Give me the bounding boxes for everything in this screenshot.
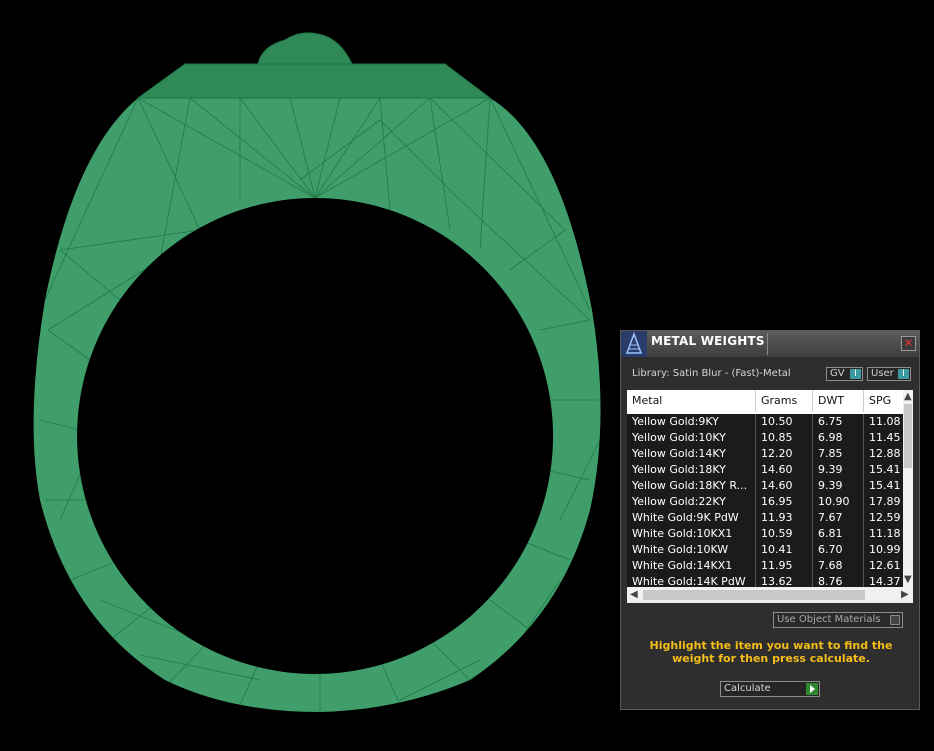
cell-spg: 12.61: [869, 559, 901, 572]
cell-metal: White Gold:9K PdW: [627, 510, 756, 526]
column-header-grams[interactable]: Grams: [756, 390, 813, 412]
cell-grams: 14.60: [756, 462, 813, 478]
cell-spg: 17.89: [869, 495, 901, 508]
cell-metal: Yellow Gold:14KY: [627, 446, 756, 462]
calculate-button[interactable]: Calculate: [720, 681, 820, 697]
cell-metal: White Gold:10KX1: [627, 526, 756, 542]
cell-grams: 10.41: [756, 542, 813, 558]
cell-spg: 11.45: [869, 431, 901, 444]
cell-grams: 11.95: [756, 558, 813, 574]
cell-dwt: 6.98: [813, 430, 864, 446]
tower-logo-icon: [621, 331, 647, 357]
cell-spg: 10.99: [869, 543, 901, 556]
scroll-right-icon[interactable]: ▶: [901, 590, 909, 600]
table-row[interactable]: White Gold:9K PdW 11.93 7.67 12.59: [627, 510, 903, 526]
cell-dwt: 7.85: [813, 446, 864, 462]
cell-spg: 11.08: [869, 415, 901, 428]
cell-grams: 10.59: [756, 526, 813, 542]
instruction-text: Highlight the item you want to find the …: [649, 639, 893, 665]
cell-grams: 14.60: [756, 478, 813, 494]
horizontal-scrollbar[interactable]: ◀ ▶: [627, 587, 913, 603]
horizontal-scroll-thumb[interactable]: [643, 590, 865, 600]
cell-dwt: 7.67: [813, 510, 864, 526]
scroll-down-icon[interactable]: ▼: [904, 575, 912, 585]
cell-dwt: 9.39: [813, 462, 864, 478]
cell-dwt: 10.90: [813, 494, 864, 510]
cell-metal: Yellow Gold:10KY: [627, 430, 756, 446]
cell-dwt: 6.70: [813, 542, 864, 558]
user-toggle-label: User: [871, 368, 894, 379]
cell-spg: 12.59: [869, 511, 901, 524]
scroll-left-icon[interactable]: ◀: [630, 590, 638, 600]
cell-metal: White Gold:14KX1: [627, 558, 756, 574]
checkbox-icon: [890, 615, 900, 625]
scroll-up-icon[interactable]: ▲: [904, 392, 912, 402]
table-row[interactable]: Yellow Gold:14KY 12.20 7.85 12.88: [627, 446, 903, 462]
cell-metal: Yellow Gold:18KY: [627, 462, 756, 478]
ring-crest: [257, 32, 353, 65]
metal-weights-panel: METAL WEIGHTS ✕ Library: Satin Blur - (F…: [620, 330, 920, 710]
table-row[interactable]: Yellow Gold:18KY R... 14.60 9.39 15.41: [627, 478, 903, 494]
cell-dwt: 7.68: [813, 558, 864, 574]
cell-grams: 11.93: [756, 510, 813, 526]
gv-toggle[interactable]: GV I: [826, 367, 863, 381]
title-separator: [767, 333, 768, 355]
cell-metal: White Gold:10KW: [627, 542, 756, 558]
cell-metal: Yellow Gold:18KY R...: [627, 478, 756, 494]
use-object-materials-checkbox[interactable]: Use Object Materials: [773, 612, 903, 628]
cell-dwt: 6.81: [813, 526, 864, 542]
table-row[interactable]: Yellow Gold:22KY 16.95 10.90 17.89: [627, 494, 903, 510]
use-object-materials-label: Use Object Materials: [777, 614, 881, 625]
ring-model[interactable]: [33, 32, 601, 712]
library-label: Library: Satin Blur - (Fast)-Metal: [632, 368, 791, 379]
cell-spg: 15.41: [869, 463, 901, 476]
user-toggle[interactable]: User I: [867, 367, 911, 381]
vertical-scrollbar[interactable]: ▲ ▼: [903, 390, 913, 587]
cell-grams: 10.85: [756, 430, 813, 446]
metal-table[interactable]: Metal Grams DWT SPG Yellow Gold:9KY 10.50…: [627, 390, 913, 603]
calculate-label: Calculate: [724, 683, 771, 694]
cell-spg: 11.18: [869, 527, 901, 540]
cell-dwt: 9.39: [813, 478, 864, 494]
cell-dwt: 6.75: [813, 414, 864, 430]
cell-metal: Yellow Gold:22KY: [627, 494, 756, 510]
table-header: Metal Grams DWT SPG: [627, 390, 903, 412]
close-icon: ✕: [903, 336, 914, 350]
column-header-spg[interactable]: SPG: [864, 390, 903, 412]
cell-spg: 15.41: [869, 479, 901, 492]
user-toggle-knob: I: [898, 369, 909, 379]
table-row[interactable]: White Gold:10KW 10.41 6.70 10.99: [627, 542, 903, 558]
table-row[interactable]: Yellow Gold:10KY 10.85 6.98 11.45: [627, 430, 903, 446]
panel-title: METAL WEIGHTS: [651, 334, 765, 348]
panel-titlebar[interactable]: METAL WEIGHTS ✕: [621, 331, 919, 357]
table-row[interactable]: Yellow Gold:9KY 10.50 6.75 11.08: [627, 414, 903, 430]
gv-toggle-knob: I: [850, 369, 861, 379]
gv-toggle-label: GV: [830, 368, 845, 379]
column-header-metal[interactable]: Metal: [627, 390, 756, 412]
column-header-dwt[interactable]: DWT: [813, 390, 864, 412]
cell-grams: 16.95: [756, 494, 813, 510]
cell-grams: 10.50: [756, 414, 813, 430]
table-row[interactable]: Yellow Gold:18KY 14.60 9.39 15.41: [627, 462, 903, 478]
vertical-scroll-thumb[interactable]: [904, 404, 912, 468]
cell-metal: Yellow Gold:9KY: [627, 414, 756, 430]
table-row[interactable]: White Gold:10KX1 10.59 6.81 11.18: [627, 526, 903, 542]
play-arrow-icon: [806, 683, 818, 695]
cell-grams: 12.20: [756, 446, 813, 462]
table-row[interactable]: White Gold:14KX1 11.95 7.68 12.61: [627, 558, 903, 574]
cell-spg: 12.88: [869, 447, 901, 460]
ring-top-plate: [136, 63, 492, 99]
close-button[interactable]: ✕: [901, 336, 916, 351]
